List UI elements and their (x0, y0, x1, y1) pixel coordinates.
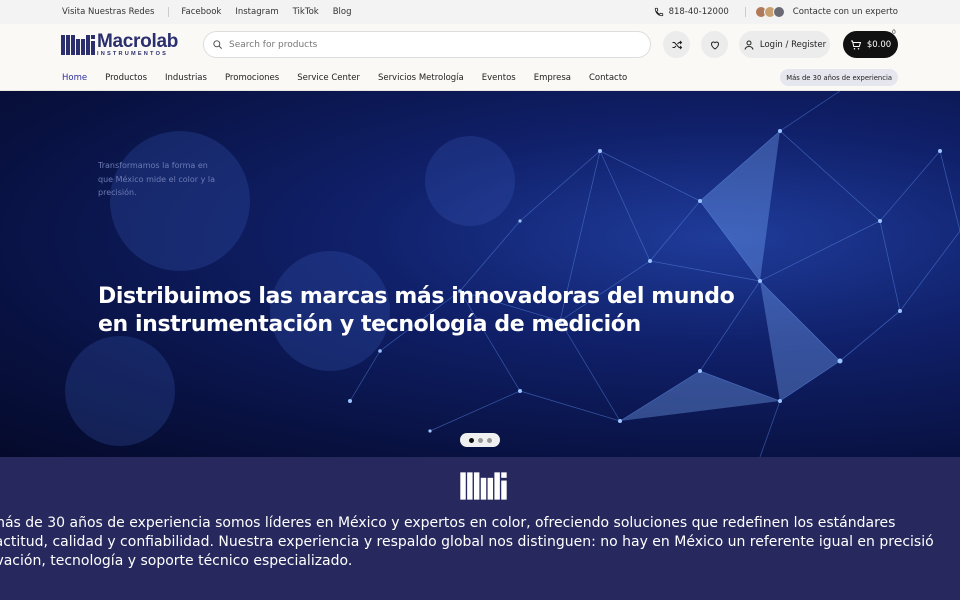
facebook-link[interactable]: Facebook (181, 7, 221, 17)
avatar (772, 6, 785, 18)
cart-total: $0.00 (866, 39, 892, 50)
nav-item-eventos[interactable]: Eventos (482, 73, 516, 83)
cart-button[interactable]: $0.00 (843, 31, 898, 58)
logo-subtitle: INSTRUMENTOS (97, 51, 169, 58)
hero-slider: Transformamos la forma en que México mid… (0, 91, 960, 457)
phone-icon (654, 7, 663, 17)
cart-count-badge: 0 (892, 29, 896, 36)
nav-item-service-center[interactable]: Service Center (297, 73, 360, 83)
nav-item-servicios-metrologia[interactable]: Servicios Metrología (378, 73, 464, 83)
search-icon (213, 40, 222, 49)
network-background (65, 91, 960, 457)
nav-item-productos[interactable]: Productos (105, 73, 147, 83)
nav-item-contacto[interactable]: Contacto (589, 73, 627, 83)
logo[interactable]: Macrolab INSTRUMENTOS (61, 32, 178, 58)
login-register-button[interactable]: Login / Register (739, 31, 830, 58)
divider (168, 7, 170, 17)
nav-item-empresa[interactable]: Empresa (534, 73, 571, 83)
nav-item-home[interactable]: Home (62, 73, 87, 83)
cart-icon (850, 40, 862, 49)
social-label: Visita Nuestras Redes (62, 7, 155, 17)
nav-item-promociones[interactable]: Promociones (225, 73, 279, 83)
slide-dot-2[interactable] (477, 437, 483, 443)
slider-pagination (460, 433, 500, 447)
intro-paragraph: n más de 30 años de experiencia somos lí… (0, 515, 934, 569)
phone-number: 818-40-12000 (668, 7, 729, 17)
hero-title: Distribuimos las marcas más innovadoras … (98, 284, 735, 337)
contact-expert-link[interactable]: Contacte con un experto (793, 7, 898, 17)
tiktok-link[interactable]: TikTok (293, 7, 319, 17)
header: Macrolab INSTRUMENTOS Login / Register $… (0, 24, 960, 66)
search-bar (203, 31, 651, 58)
main-nav: Home Productos Industrias Promociones Se… (0, 66, 960, 91)
logo-name: Macrolab (97, 31, 179, 53)
intro-section: n más de 30 años de experiencia somos lí… (0, 457, 960, 600)
top-bar: Visita Nuestras Redes Facebook Instagram… (0, 0, 960, 24)
shuffle-icon (672, 40, 682, 49)
search-input[interactable] (229, 39, 629, 50)
nav-item-industrias[interactable]: Industrias (165, 73, 207, 83)
login-label: Login / Register (759, 39, 827, 50)
phone-link[interactable]: 818-40-12000 (654, 7, 729, 17)
wishlist-button[interactable] (701, 31, 728, 58)
user-icon (744, 40, 754, 50)
divider (744, 7, 746, 17)
slide-dot-1[interactable] (468, 437, 474, 443)
slide-dot-3[interactable] (486, 437, 492, 443)
hero-tagline: Transformamos la forma en que México mid… (98, 161, 215, 197)
expert-avatars (754, 6, 785, 18)
social-links: Visita Nuestras Redes Facebook Instagram… (62, 0, 366, 24)
macrolab-logo-icon (61, 35, 95, 55)
macrolab-mark-icon (460, 472, 507, 500)
contact-area: 818-40-12000 Contacte con un experto (654, 0, 898, 24)
blog-link[interactable]: Blog (333, 7, 352, 17)
experience-badge: Más de 30 años de experiencia (780, 69, 898, 86)
heart-icon (710, 41, 719, 50)
instagram-link[interactable]: Instagram (235, 7, 278, 17)
compare-button[interactable] (663, 31, 690, 58)
